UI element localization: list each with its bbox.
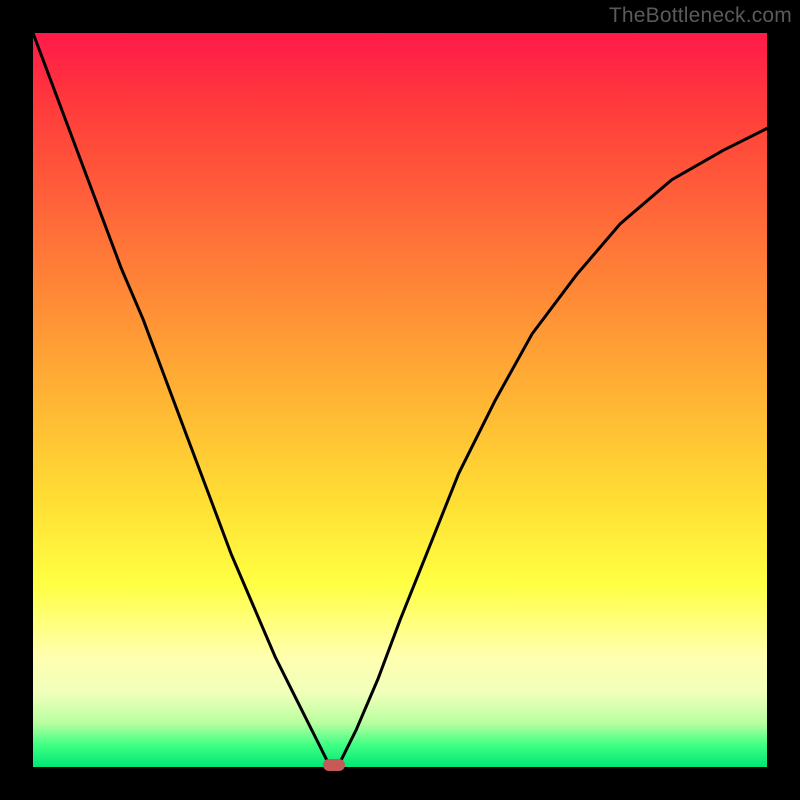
chart-frame: TheBottleneck.com — [0, 0, 800, 800]
plot-area — [33, 33, 767, 767]
watermark-text: TheBottleneck.com — [609, 4, 792, 28]
bottleneck-curve — [33, 33, 767, 767]
curve-layer — [33, 33, 767, 767]
minimum-marker — [323, 759, 345, 771]
